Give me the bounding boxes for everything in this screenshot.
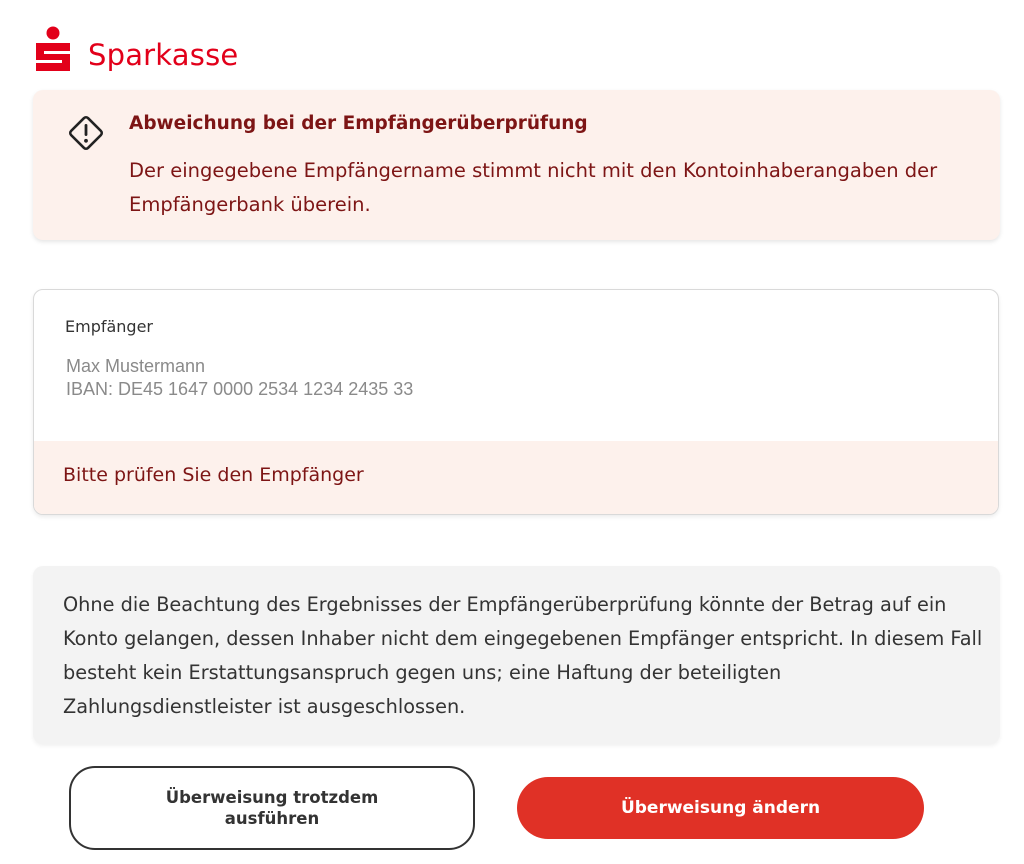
- recipient-name: Max Mustermann: [66, 356, 206, 376]
- warning-title: Abweichung bei der Empfängerüberprüfung: [129, 113, 588, 134]
- mismatch-warning-banner: Abweichung bei der Empfängerüberprüfung …: [33, 90, 1000, 240]
- warning-message: Der eingegebene Empfängername stimmt nic…: [129, 159, 938, 216]
- change-transfer-button[interactable]: Überweisung ändern: [517, 777, 924, 839]
- recipient-hint-text: Bitte prüfen Sie den Empfänger: [63, 464, 364, 486]
- sparkasse-logo: Sparkasse: [32, 26, 238, 76]
- liability-info-text: Ohne die Beachtung des Ergebnisses der E…: [63, 593, 983, 718]
- liability-info-box: Ohne die Beachtung des Ergebnisses der E…: [33, 566, 1000, 744]
- sparkasse-s-logo-icon: [36, 26, 70, 71]
- recipient-card: Empfänger Max Mustermann IBAN: DE45 1647…: [33, 289, 999, 515]
- warning-diamond-icon: [68, 115, 104, 151]
- proceed-anyway-button[interactable]: Überweisung trotzdem ausführen: [69, 766, 475, 850]
- recipient-label: Empfänger: [65, 317, 154, 336]
- recipient-hint-bar: Bitte prüfen Sie den Empfänger: [34, 441, 998, 514]
- recipient-iban: IBAN: DE45 1647 0000 2534 1234 2435 33: [66, 379, 414, 399]
- brand-name: Sparkasse: [88, 38, 239, 72]
